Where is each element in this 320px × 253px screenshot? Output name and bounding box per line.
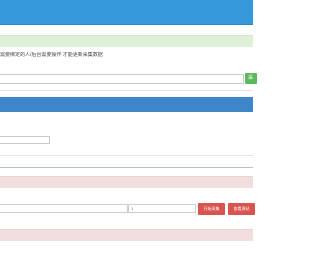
navbar-divider xyxy=(0,24,253,25)
collect-go-button[interactable]: 采 xyxy=(245,73,257,84)
source-url-input[interactable] xyxy=(0,74,244,84)
collect-source-input[interactable] xyxy=(0,204,128,213)
view-source-button[interactable]: 查看源站 xyxy=(228,203,255,215)
short-input-field[interactable] xyxy=(0,136,50,144)
alert-band xyxy=(0,229,253,241)
collect-count-input[interactable]: 1 xyxy=(128,204,196,213)
success-notice xyxy=(0,35,253,47)
section-divider xyxy=(0,90,253,91)
section-divider xyxy=(0,167,253,168)
start-collect-button[interactable]: 开始采集 xyxy=(198,203,225,215)
alert-band xyxy=(0,176,253,188)
collect-tip-text: 需要绑定的人/后台需要操作 才能更新采集数据 xyxy=(0,52,103,58)
top-navbar xyxy=(0,0,253,24)
section-divider xyxy=(0,155,253,156)
section-header-bar xyxy=(0,97,253,112)
